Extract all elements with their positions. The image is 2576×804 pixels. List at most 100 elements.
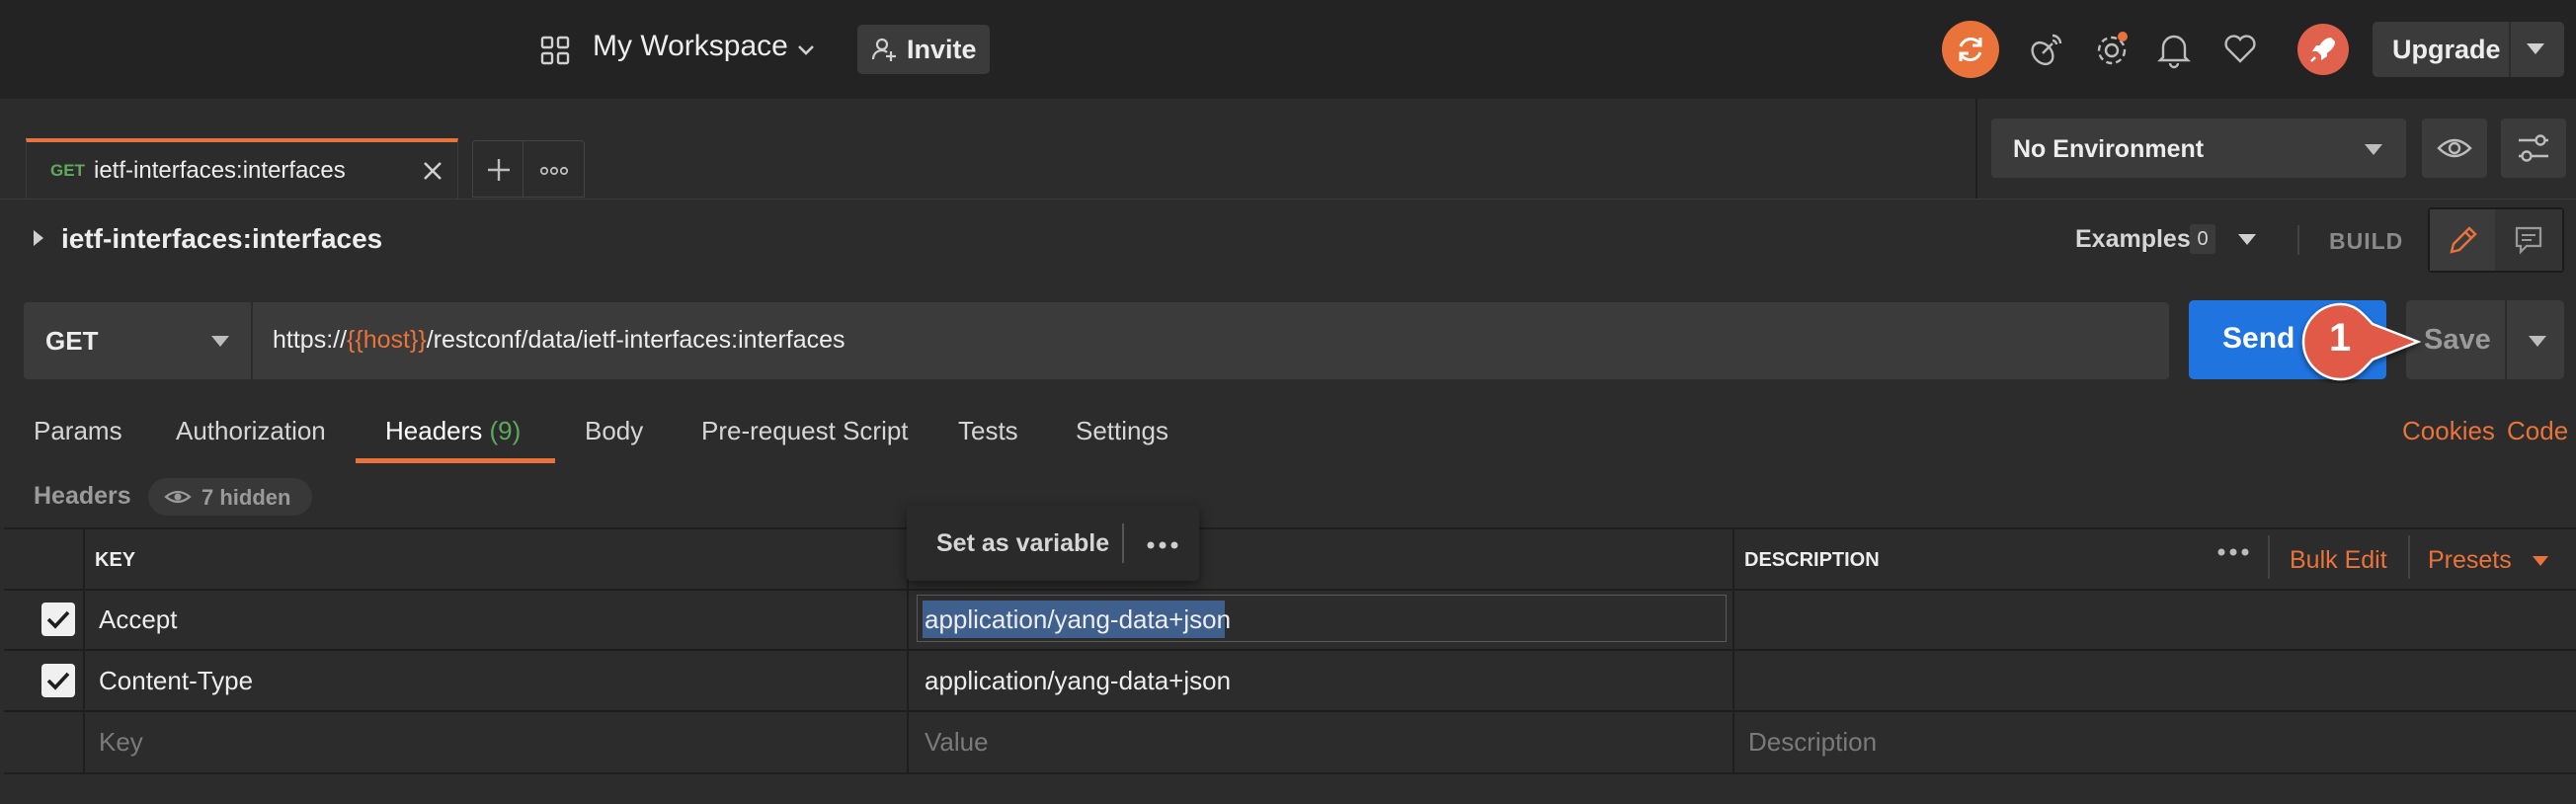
callout-marker [2297,302,2426,383]
method-select-label: GET [45,326,99,356]
workspace-grid-icon[interactable] [540,36,570,65]
tab-tests[interactable]: Tests [958,416,1018,446]
caret-down-icon[interactable] [2238,234,2256,246]
save-separator [2505,300,2507,379]
header-value[interactable]: application/yang-data+json [925,604,1231,635]
new-header-description-input[interactable]: Description [1748,727,1877,758]
toolbar-separator [2408,535,2410,579]
table-column-divider [1732,527,1734,774]
header-enabled-checkbox[interactable] [41,603,75,636]
heart-icon[interactable] [2222,30,2258,69]
callout-number: 1 [2329,316,2352,360]
satellite-icon[interactable] [2029,30,2064,69]
set-as-variable-option[interactable]: Set as variable [936,529,1109,558]
table-divider [4,589,2576,591]
sync-icon [1959,38,1982,61]
upgrade-label: Upgrade [2392,35,2501,64]
more-horizontal-icon[interactable] [2216,545,2250,559]
table-divider [4,710,2576,712]
new-header-key-input[interactable]: Key [99,727,143,758]
pencil-icon [2450,226,2477,254]
header-key[interactable]: Accept [99,604,178,635]
tab-prerequest-script[interactable]: Pre-request Script [701,416,909,446]
request-name[interactable]: ietf-interfaces:interfaces [61,223,382,255]
manage-environments-button[interactable] [2501,119,2566,178]
caret-down-icon[interactable] [2527,43,2544,55]
more-horizontal-icon[interactable] [1146,539,1179,551]
value-context-menu: Set as variable [907,506,1199,581]
tab-params[interactable]: Params [34,416,122,446]
examples-count-badge: 0 [2190,224,2215,254]
edit-mode-button[interactable] [2430,209,2495,271]
plus-icon [488,159,510,181]
url-prefix: https:// [273,326,348,354]
tab-settings[interactable]: Settings [1076,416,1168,446]
tab-body[interactable]: Body [585,416,643,446]
chevron-down-icon[interactable] [795,40,817,61]
mode-toggle [2428,207,2564,273]
sliders-icon [2519,134,2548,162]
user-avatar[interactable] [2297,24,2349,75]
rocket-icon [2310,38,2335,62]
upgrade-separator [2509,22,2511,77]
hidden-headers-label: 7 hidden [201,485,291,510]
url-suffix: /restconf/data/ietf-interfaces:interface… [426,326,845,354]
checkmark-icon [46,672,70,690]
eye-icon [164,487,192,507]
save-label: Save [2424,324,2491,356]
workspace-title[interactable]: My Workspace [593,30,788,63]
tab-headers[interactable]: Headers (9) [385,416,521,446]
active-tab-indicator [356,458,555,463]
method-select[interactable]: GET [24,302,251,379]
bulk-edit-link[interactable]: Bulk Edit [2290,546,2387,575]
code-link[interactable]: Code [2507,416,2568,446]
tab-headers-label: Headers [385,416,483,445]
column-header-key: KEY [95,549,136,571]
caret-down-icon [2365,144,2382,156]
notifications-bell-icon[interactable] [2157,30,2191,69]
sync-button[interactable] [1942,21,1999,78]
new-tab-button[interactable] [472,140,523,198]
hidden-headers-toggle[interactable]: 7 hidden [148,478,312,516]
save-button[interactable]: Save [2406,300,2564,379]
request-tab-name: ietf-interfaces:interfaces [94,157,346,184]
caret-down-icon[interactable] [2529,336,2546,348]
context-menu-separator [1122,523,1124,563]
tab-strip-divider [0,199,2576,200]
caret-down-icon [211,336,229,348]
url-input[interactable]: https://{{host}}/restconf/data/ietf-inte… [251,302,2169,379]
headers-section-label: Headers [34,482,131,510]
request-tab-method: GET [50,161,85,180]
environment-select[interactable]: No Environment [1991,119,2406,178]
presets-link[interactable]: Presets [2428,546,2512,575]
caret-down-icon[interactable] [2533,556,2548,567]
table-divider [4,649,2576,651]
invite-button[interactable]: Invite [857,25,990,74]
url-variable: {{host}} [347,326,427,354]
build-label: BUILD [2329,228,2404,254]
comments-button[interactable] [2495,209,2562,271]
header-value[interactable]: application/yang-data+json [925,666,1231,696]
table-column-divider [83,527,85,774]
tab-options-button[interactable] [523,140,585,198]
add-user-icon [871,38,896,61]
environment-quick-look-button[interactable] [2422,119,2487,178]
examples-label[interactable]: Examples [2075,225,2191,254]
cookies-link[interactable]: Cookies [2402,416,2495,446]
header-key[interactable]: Content-Type [99,666,253,696]
checkmark-icon [46,610,70,629]
upgrade-button[interactable]: Upgrade [2373,22,2564,77]
tab-headers-count: (9) [489,416,522,445]
headers-table [4,527,2576,774]
caret-right-icon[interactable] [32,229,45,247]
close-icon[interactable] [422,160,443,182]
settings-gear-icon[interactable] [2094,30,2132,69]
tab-authorization[interactable]: Authorization [176,416,326,446]
build-separator [2297,225,2299,255]
header-enabled-checkbox[interactable] [41,664,75,697]
request-tab[interactable]: GET ietf-interfaces:interfaces [26,138,458,200]
comment-icon [2515,226,2542,255]
url-text: https://{{host}}/restconf/data/ietf-inte… [273,326,845,355]
new-header-value-input[interactable]: Value [925,727,989,758]
table-divider [4,772,2576,774]
